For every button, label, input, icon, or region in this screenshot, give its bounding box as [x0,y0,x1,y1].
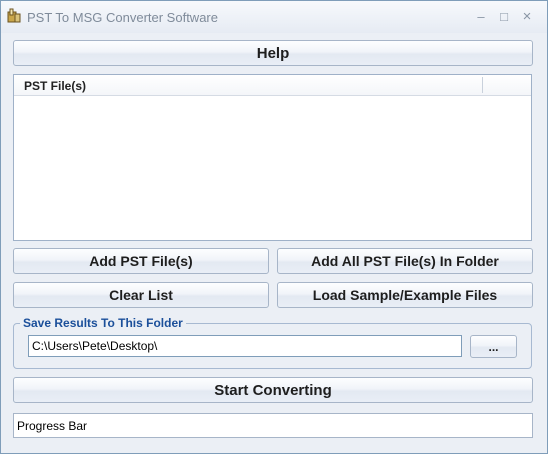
progress-bar-label: Progress Bar [17,419,88,433]
minimize-icon[interactable]: – [471,8,491,26]
file-list[interactable]: PST File(s) [13,74,532,241]
clear-list-button[interactable]: Clear List [13,282,269,308]
browse-button[interactable]: ... [470,335,517,358]
list-header: PST File(s) [14,75,531,96]
close-icon[interactable]: × [517,8,537,26]
app-icon [7,8,21,23]
save-folder-group-label: Save Results To This Folder [20,316,186,330]
help-button[interactable]: Help [13,40,533,66]
start-converting-button[interactable]: Start Converting [13,377,533,403]
title-bar[interactable]: PST To MSG Converter Software – □ × [1,1,547,33]
column-divider[interactable] [482,77,483,93]
column-header-pst-files[interactable]: PST File(s) [24,79,86,93]
window-title: PST To MSG Converter Software [27,10,218,25]
load-sample-files-button[interactable]: Load Sample/Example Files [277,282,533,308]
output-folder-field[interactable]: C:\Users\Pete\Desktop\ [28,335,462,357]
maximize-icon[interactable]: □ [494,8,514,26]
progress-bar: Progress Bar [13,413,533,438]
app-window: PST To MSG Converter Software – □ × Help… [0,0,548,454]
add-folder-button[interactable]: Add All PST File(s) In Folder [277,248,533,274]
add-pst-files-button[interactable]: Add PST File(s) [13,248,269,274]
